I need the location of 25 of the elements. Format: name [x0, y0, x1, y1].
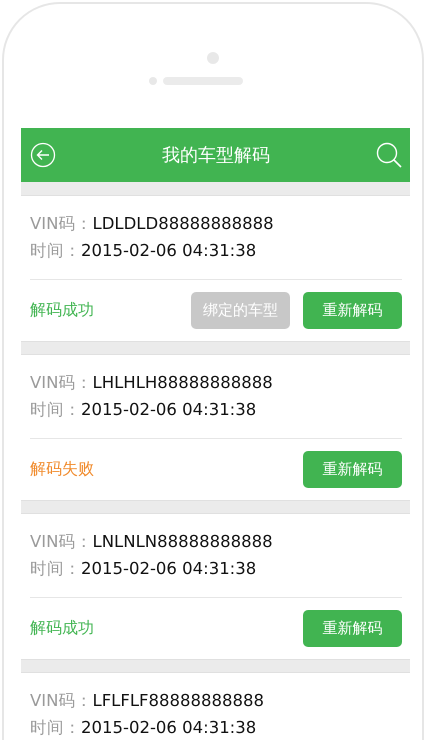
time-label: 时间： [30, 718, 81, 737]
time-label: 时间： [30, 559, 81, 578]
vin-value: LNLNLN88888888888 [92, 532, 273, 551]
time-value: 2015-02-06 04:31:38 [81, 241, 256, 260]
back-icon[interactable] [30, 142, 56, 168]
time-label: 时间： [30, 400, 81, 419]
decode-status: 解码失败 [30, 459, 94, 480]
redecode-button[interactable]: 重新解码 [303, 610, 402, 647]
time-value: 2015-02-06 04:31:38 [81, 559, 256, 578]
vin-value: LHLHLH88888888888 [92, 373, 273, 392]
decode-status: 解码成功 [30, 300, 94, 321]
vin-label: VIN码： [30, 691, 92, 710]
vin-value: LFLFLF88888888888 [92, 691, 264, 710]
vin-label: VIN码： [30, 214, 92, 233]
redecode-button[interactable]: 重新解码 [303, 451, 402, 488]
redecode-button[interactable]: 重新解码 [303, 292, 402, 329]
page-title: 我的车型解码 [162, 144, 270, 167]
time-value: 2015-02-06 04:31:38 [81, 718, 256, 737]
vin-label: VIN码： [30, 532, 92, 551]
decode-status: 解码成功 [30, 618, 94, 639]
vin-value: LDLDLD88888888888 [92, 214, 274, 233]
time-value: 2015-02-06 04:31:38 [81, 400, 256, 419]
vin-label: VIN码： [30, 373, 92, 392]
search-icon[interactable] [376, 142, 402, 168]
time-label: 时间： [30, 241, 81, 260]
